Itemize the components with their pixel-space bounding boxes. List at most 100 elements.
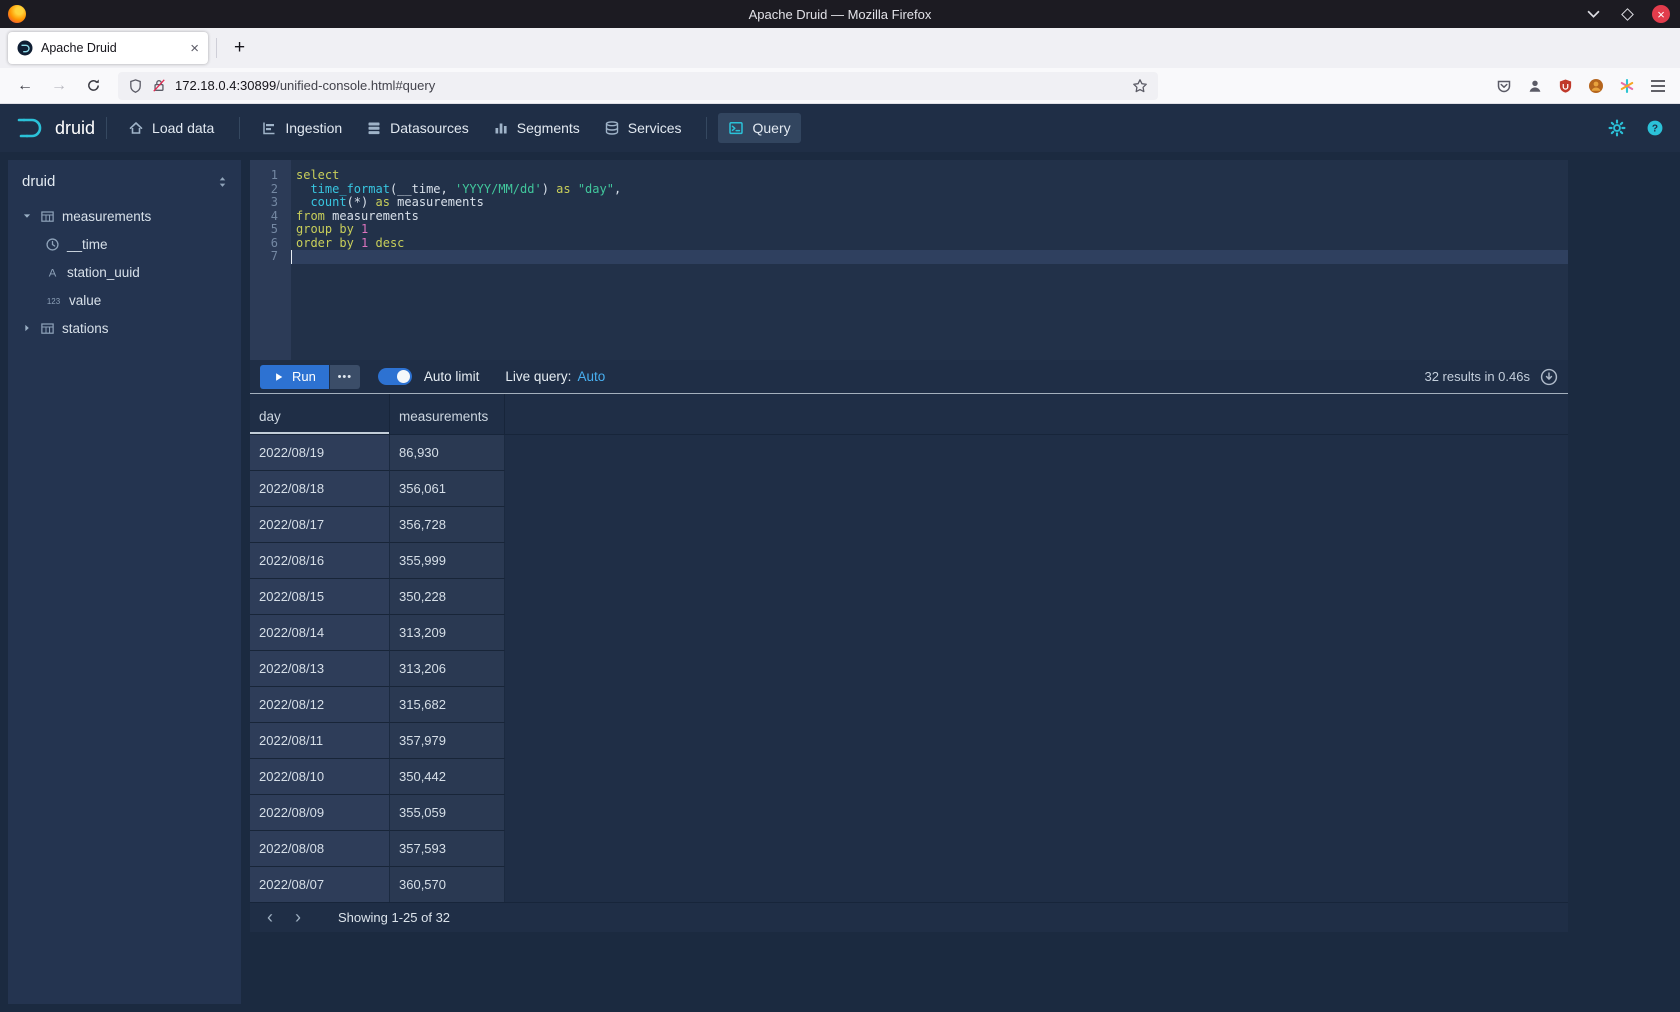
window-close-button[interactable]: × — [1652, 5, 1670, 23]
previous-page-button[interactable]: ‹ — [256, 904, 284, 932]
next-page-button[interactable]: › — [284, 904, 312, 932]
back-button[interactable]: ← — [10, 72, 40, 100]
editor-line-1[interactable]: 1select — [250, 169, 1568, 183]
table-cell[interactable]: 355,059 — [390, 795, 505, 831]
table-row: 2022/08/18356,061 — [250, 471, 1568, 507]
hamburger-menu-button[interactable] — [1650, 79, 1666, 93]
editor-line-2[interactable]: 2 time_format(__time, 'YYYY/MM/dd') as "… — [250, 183, 1568, 197]
druid-logo-icon — [16, 117, 46, 139]
url-text: 172.18.0.4:30899/unified-console.html#qu… — [175, 78, 1123, 93]
sql-editor[interactable]: 1select2 time_format(__time, 'YYYY/MM/dd… — [250, 160, 1568, 360]
tab-bar: Apache Druid × + — [0, 28, 1680, 68]
run-more-button[interactable]: ••• — [330, 365, 360, 389]
table-cell[interactable]: 313,206 — [390, 651, 505, 687]
druid-brand[interactable]: druid — [16, 117, 95, 139]
tree-item-stations[interactable]: stations — [8, 314, 241, 342]
table-row: 2022/08/1986,930 — [250, 435, 1568, 471]
line-number: 4 — [250, 210, 291, 224]
auto-limit-toggle[interactable] — [378, 368, 412, 385]
table-cell[interactable]: 315,682 — [390, 687, 505, 723]
pagination-status: Showing 1-25 of 32 — [338, 910, 450, 925]
nav-item-services[interactable]: Services — [594, 113, 692, 143]
editor-line-5[interactable]: 5group by 1 — [250, 223, 1568, 237]
forward-button[interactable]: → — [44, 72, 74, 100]
reload-button[interactable] — [78, 72, 108, 100]
table-cell[interactable]: 313,209 — [390, 615, 505, 651]
bookmark-star-icon[interactable] — [1132, 78, 1148, 94]
schema-sidebar: druid measurements__timeAstation_uuid123… — [8, 160, 241, 1004]
editor-line-3[interactable]: 3 count(*) as measurements — [250, 196, 1568, 210]
editor-line-7[interactable]: 7 — [250, 250, 1568, 264]
navbar-divider — [706, 117, 707, 139]
pagination-bar: ‹ › Showing 1-25 of 32 — [250, 902, 1568, 932]
table-cell[interactable]: 350,442 — [390, 759, 505, 795]
table-cell[interactable]: 357,979 — [390, 723, 505, 759]
svg-text:A: A — [49, 267, 57, 279]
pocket-icon[interactable] — [1496, 78, 1512, 94]
tree-item-label: value — [69, 293, 101, 308]
profile-extension-icon[interactable] — [1588, 78, 1604, 94]
table-icon — [40, 321, 55, 336]
table-cell[interactable]: 355,999 — [390, 543, 505, 579]
table-cell[interactable]: 2022/08/14 — [250, 615, 390, 651]
table-cell[interactable]: 360,570 — [390, 867, 505, 902]
column-header-measurements[interactable]: measurements — [390, 394, 505, 434]
column-header-day[interactable]: day — [250, 394, 390, 434]
run-button-group: Run ••• — [260, 365, 360, 389]
auto-limit-label: Auto limit — [424, 369, 480, 384]
table-cell[interactable]: 357,593 — [390, 831, 505, 867]
table-cell[interactable]: 2022/08/13 — [250, 651, 390, 687]
table-cell[interactable]: 2022/08/08 — [250, 831, 390, 867]
table-cell[interactable]: 356,728 — [390, 507, 505, 543]
table-cell[interactable]: 2022/08/07 — [250, 867, 390, 902]
line-code: time_format(__time, 'YYYY/MM/dd') as "da… — [291, 183, 1568, 197]
line-code: count(*) as measurements — [291, 196, 1568, 210]
tab-close-button[interactable]: × — [190, 40, 199, 57]
nav-item-query[interactable]: Query — [718, 113, 800, 143]
table-cell[interactable]: 2022/08/09 — [250, 795, 390, 831]
nav-item-segments[interactable]: Segments — [483, 113, 590, 143]
table-cell[interactable]: 356,061 — [390, 471, 505, 507]
table-cell[interactable]: 2022/08/11 — [250, 723, 390, 759]
insecure-lock-icon[interactable] — [152, 78, 166, 93]
table-cell[interactable]: 350,228 — [390, 579, 505, 615]
ublock-extension-icon[interactable] — [1558, 78, 1573, 94]
table-row: 2022/08/15350,228 — [250, 579, 1568, 615]
browser-tab[interactable]: Apache Druid × — [8, 32, 208, 64]
download-results-icon[interactable] — [1540, 368, 1558, 386]
table-cell[interactable]: 2022/08/18 — [250, 471, 390, 507]
results-header-row: daymeasurements — [250, 394, 1568, 435]
run-button[interactable]: Run — [260, 365, 329, 389]
table-cell[interactable]: 2022/08/12 — [250, 687, 390, 723]
tree-item-measurements[interactable]: measurements — [8, 202, 241, 230]
help-icon[interactable]: ? — [1646, 119, 1664, 137]
table-cell[interactable]: 2022/08/19 — [250, 435, 390, 471]
clock-icon — [45, 237, 60, 252]
table-cell[interactable]: 2022/08/16 — [250, 543, 390, 579]
editor-line-6[interactable]: 6order by 1 desc — [250, 237, 1568, 251]
settings-gear-icon[interactable] — [1608, 119, 1626, 137]
new-tab-button[interactable]: + — [225, 37, 254, 59]
colorful-extension-icon[interactable] — [1619, 78, 1635, 94]
editor-line-4[interactable]: 4from measurements — [250, 210, 1568, 224]
line-code: order by 1 desc — [291, 237, 1568, 251]
table-cell[interactable]: 2022/08/15 — [250, 579, 390, 615]
url-field[interactable]: 172.18.0.4:30899/unified-console.html#qu… — [118, 72, 1158, 100]
nav-item-label: Query — [752, 120, 790, 136]
table-cell[interactable]: 86,930 — [390, 435, 505, 471]
tracking-protection-shield-icon[interactable] — [128, 78, 143, 94]
schema-selector-sort-icon[interactable] — [216, 175, 229, 189]
table-cell[interactable]: 2022/08/17 — [250, 507, 390, 543]
tree-item-value[interactable]: 123value — [8, 286, 241, 314]
window-maximize-button[interactable] — [1618, 5, 1636, 23]
live-query-value[interactable]: Auto — [577, 369, 605, 384]
nav-item-load-data[interactable]: Load data — [118, 113, 224, 143]
window-shade-button[interactable] — [1584, 5, 1602, 23]
table-cell[interactable]: 2022/08/10 — [250, 759, 390, 795]
tree-item-station_uuid[interactable]: Astation_uuid — [8, 258, 241, 286]
tree-item-__time[interactable]: __time — [8, 230, 241, 258]
nav-item-ingestion[interactable]: Ingestion — [251, 113, 352, 143]
account-icon[interactable] — [1527, 78, 1543, 94]
nav-item-datasources[interactable]: Datasources — [356, 113, 479, 143]
line-number: 5 — [250, 223, 291, 237]
